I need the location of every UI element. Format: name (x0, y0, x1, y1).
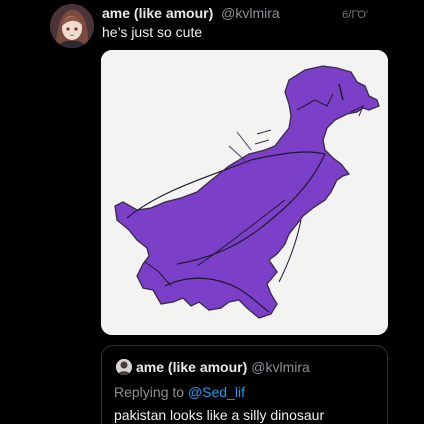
quote-tweet-card[interactable]: ame (like amour) @kvlmira Replying to @Se… (101, 345, 388, 424)
replying-to-line: Replying to @Sed_lif (114, 383, 245, 401)
display-name[interactable]: ame (like amour) (102, 5, 213, 21)
tweet-text: he’s just so cute (102, 24, 203, 40)
timestamp[interactable]: 6/ΓΌ' (342, 8, 368, 22)
replying-prefix: Replying to (114, 384, 185, 400)
user-handle[interactable]: @kvlmira (221, 5, 280, 21)
avatar-icon[interactable] (50, 4, 94, 48)
dinosaur-map-image (101, 50, 388, 335)
small-avatar-icon (116, 359, 132, 375)
tweet-media-image[interactable] (101, 50, 388, 335)
mention-link[interactable]: @Sed_lif (188, 384, 245, 400)
quote-header: ame (like amour) @kvlmira (116, 358, 310, 376)
quote-display-name[interactable]: ame (like amour) (136, 359, 247, 375)
quote-user-handle[interactable]: @kvlmira (251, 359, 310, 375)
tweet-thread: ame (like amour) @kvlmira 6/ΓΌ' he’s jus… (0, 0, 424, 424)
tweet-header: ame (like amour) @kvlmira (102, 4, 370, 22)
quote-text: pakistan looks like a silly dinosaur (114, 407, 325, 423)
